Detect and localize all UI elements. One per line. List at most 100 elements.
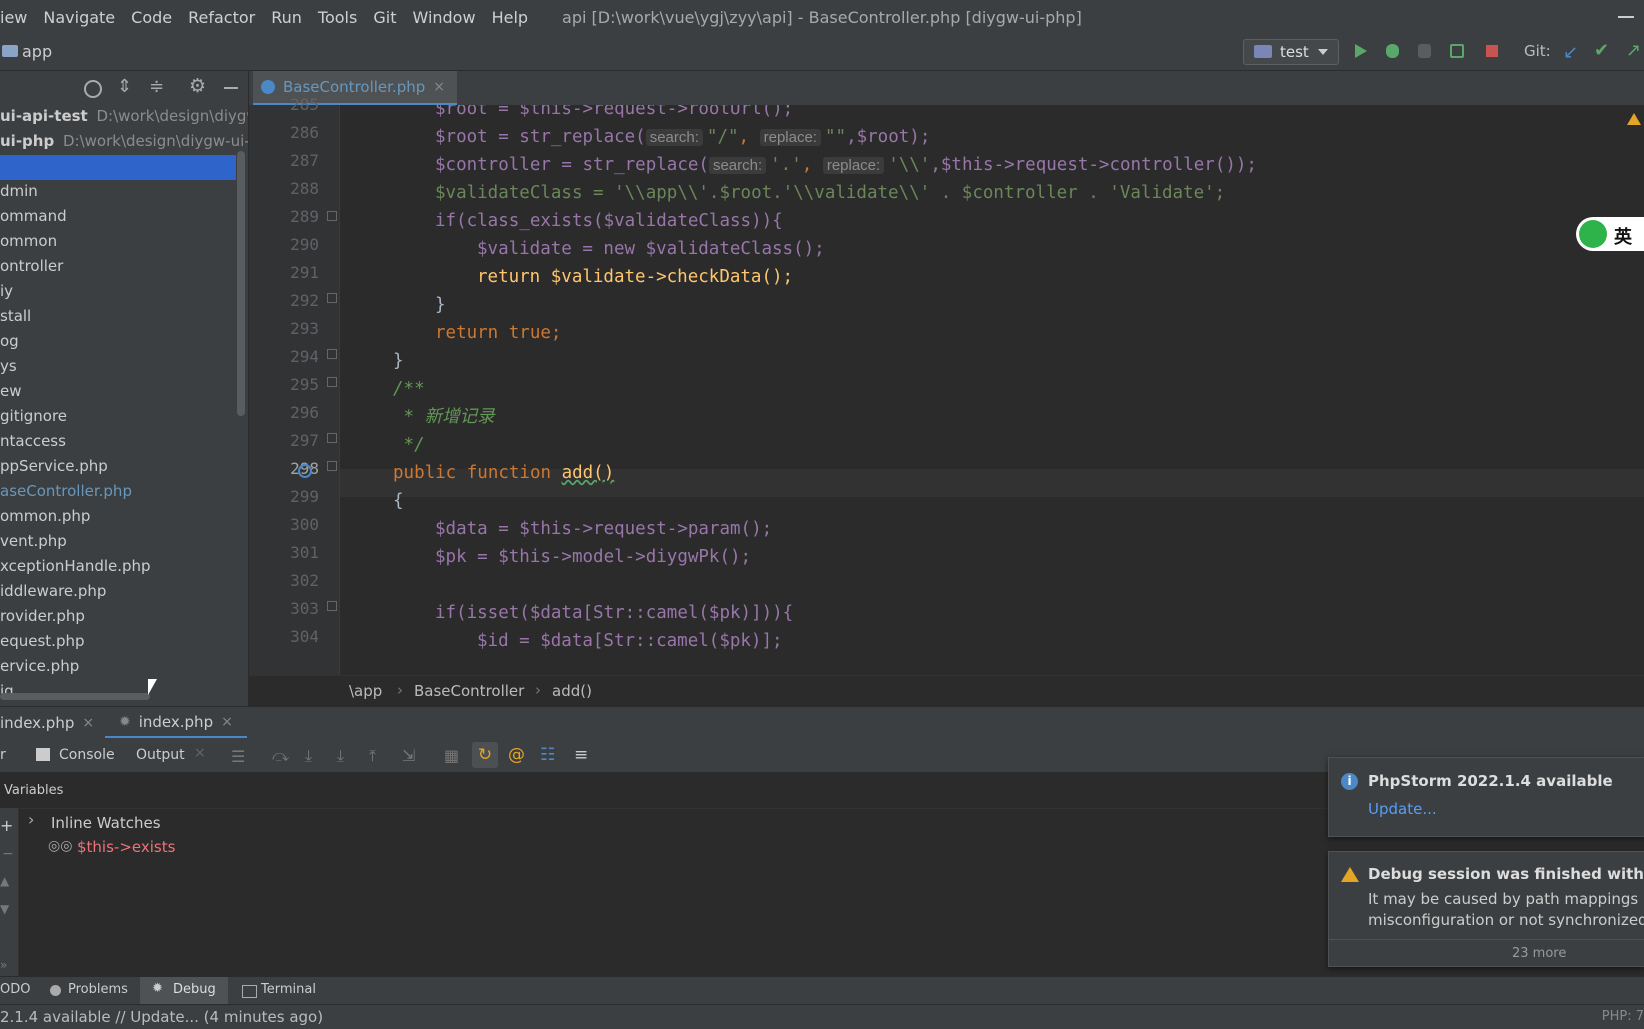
tree-item[interactable]: og [0,329,19,354]
breadcrumb-item[interactable]: BaseController [414,682,524,700]
tree-item[interactable]: xceptionHandle.php [0,554,151,579]
step-into-icon[interactable]: ⤓ [305,746,312,766]
tree-item[interactable]: ppService.php [0,454,108,479]
ime-indicator[interactable]: 英 [1576,217,1644,251]
tree-item[interactable]: ervice.php [0,654,79,679]
tree-item[interactable]: ommand [0,204,67,229]
update-link[interactable]: Update... [1368,800,1437,818]
tab-debug-active[interactable]: ✹ Debug [140,977,228,1005]
close-icon[interactable]: × [194,745,206,761]
tree-item[interactable]: ys [0,354,17,379]
add-list-icon[interactable]: ≡ [574,745,588,765]
tree-item[interactable]: gitignore [0,404,67,429]
breadcrumb-item[interactable]: add() [552,682,592,700]
close-icon[interactable]: × [221,714,233,730]
debug-bug-icon[interactable] [1386,44,1399,58]
tree-item[interactable]: ui-php D:\work\design\diygw-ui-p [0,129,248,154]
more-notifications-link[interactable]: 23 more [1512,946,1566,961]
locate-icon[interactable] [84,80,102,98]
run-to-cursor-icon[interactable]: ⇲ [402,746,415,765]
more-icon[interactable]: » [0,958,7,972]
tree-item[interactable]: ommon.php [0,504,90,529]
nav-crumb-app[interactable]: app [22,42,52,61]
tab-index-php[interactable]: index.php × [0,707,94,739]
fold-icon[interactable] [327,349,337,359]
stop-icon[interactable] [1486,45,1498,57]
list-numbered-icon[interactable]: ☷ [540,745,555,765]
code-editor[interactable]: $root = $this->request->rootUrl(); $root… [339,105,1644,675]
menu-tools[interactable]: Tools [310,8,365,27]
menu-help[interactable]: Help [484,8,536,27]
menu-code[interactable]: Code [123,8,180,27]
run-icon[interactable] [1355,44,1367,58]
fold-icon[interactable] [327,461,337,471]
vertical-scrollbar[interactable] [237,151,245,416]
git-commit-icon[interactable]: ✔ [1594,40,1609,61]
expand-all-icon[interactable]: ⇕ [117,76,132,97]
update-notification[interactable]: i PhpStorm 2022.1.4 available Update... [1328,757,1644,837]
toggle-active-icon[interactable]: ↻ [472,742,498,768]
tree-item[interactable]: rovider.php [0,604,85,629]
tree-item[interactable]: dmin [0,179,38,204]
menu-run[interactable]: Run [263,8,310,27]
add-icon[interactable]: + [0,816,13,835]
tree-item-active[interactable]: aseController.php [0,479,132,504]
evaluate-icon[interactable]: ▦ [444,746,459,765]
move-down-icon[interactable]: ▼ [0,902,9,916]
step-over-icon[interactable]: ⤼ [272,746,289,766]
tree-item[interactable]: vent.php [0,529,67,554]
run-config-select[interactable]: test [1243,39,1339,65]
fold-icon[interactable] [327,211,337,221]
tree-item[interactable]: ommon [0,229,57,254]
collapse-all-icon[interactable]: ≑ [149,76,164,97]
tree-item[interactable]: ew [0,379,22,404]
remove-icon[interactable]: − [2,846,14,862]
breadcrumb-item[interactable]: \app [349,682,382,700]
tree-item[interactable]: ig [0,679,14,704]
hide-panel-icon[interactable] [224,87,238,89]
tree-item[interactable]: iy [0,279,13,304]
close-icon[interactable]: × [433,79,445,95]
tree-item[interactable]: equest.php [0,629,85,654]
tab-index-php-active[interactable]: ✹ index.php × [105,707,247,739]
console-tab[interactable]: Console [59,747,115,763]
tree-item[interactable]: ntaccess [0,429,66,454]
coverage-icon[interactable] [1418,44,1431,58]
menu-navigate[interactable]: Navigate [35,8,123,27]
tree-item[interactable]: iddleware.php [0,579,106,604]
inline-watches-group[interactable]: Inline Watches [51,814,161,832]
tree-item[interactable]: ontroller [0,254,63,279]
menu-refactor[interactable]: Refactor [180,8,263,27]
tab-todo[interactable]: ODO [0,982,30,997]
menu-window[interactable]: Window [404,8,483,27]
implements-method-icon[interactable] [298,464,312,478]
fold-icon[interactable] [327,433,337,443]
watch-item[interactable]: $this->exists [77,838,175,856]
profiler-icon[interactable] [1450,44,1464,58]
status-message[interactable]: 2.1.4 available // Update... (4 minutes … [0,1008,323,1026]
debugger-tab[interactable]: r [0,747,6,763]
tree-item[interactable]: stall [0,304,31,329]
force-step-into-icon[interactable]: ⤓ [337,746,344,766]
menu-lines-icon[interactable]: ☰ [231,747,245,766]
tree-item[interactable]: ui-api-test D:\work\design\diygw- [0,104,248,129]
tab-problems[interactable]: Problems [68,982,128,997]
git-update-icon[interactable]: ↙ [1563,42,1578,63]
close-icon[interactable]: × [82,715,94,731]
output-tab[interactable]: Output [136,747,185,763]
fold-icon[interactable] [327,377,337,387]
tree-item-selected[interactable] [0,155,236,180]
fold-icon[interactable] [327,601,337,611]
move-up-icon[interactable]: ▲ [0,874,9,888]
at-icon[interactable]: @ [508,745,525,765]
debug-warning-notification[interactable]: Debug session was finished without b It … [1328,851,1644,967]
chevron-right-icon[interactable]: › [28,810,34,829]
warning-icon[interactable] [1627,113,1641,125]
horizontal-scrollbar[interactable] [0,693,150,700]
menu-git[interactable]: Git [365,8,404,27]
step-out-icon[interactable]: ⤒ [369,746,376,766]
menu-view[interactable]: iew [0,8,35,27]
php-version[interactable]: PHP: 7 [1602,1009,1644,1024]
git-push-icon[interactable]: ↗ [1626,40,1641,61]
tab-terminal[interactable]: Terminal [261,982,316,997]
